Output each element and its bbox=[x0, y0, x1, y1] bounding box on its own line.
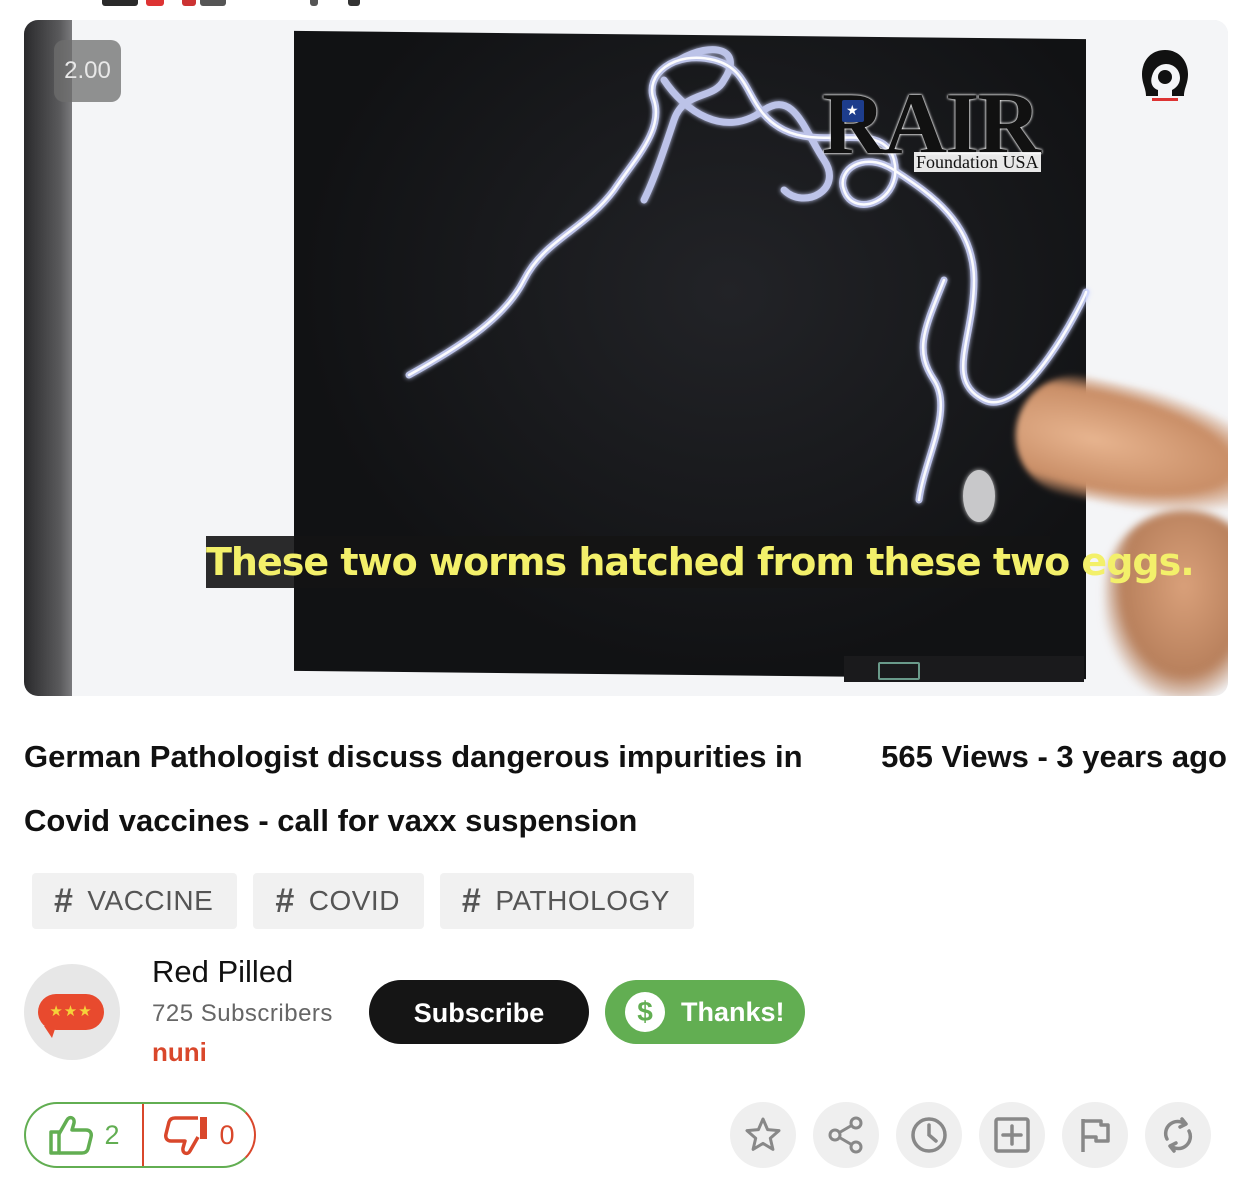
add-to-playlist-button[interactable] bbox=[979, 1102, 1045, 1168]
battery-icon bbox=[878, 662, 920, 680]
strip-fragment bbox=[182, 0, 196, 6]
video-player[interactable]: 2.00 RAIR Foundation USA These two worms… bbox=[24, 20, 1228, 696]
like-button[interactable]: 2 bbox=[26, 1104, 142, 1166]
channel-rank: nuni bbox=[152, 1037, 207, 1067]
thanks-button[interactable]: $ Thanks! bbox=[605, 980, 805, 1044]
watermark-sub: Foundation USA bbox=[914, 152, 1041, 172]
dislike-count: 0 bbox=[219, 1119, 235, 1150]
vote-control: 2 0 bbox=[24, 1102, 256, 1168]
watermark-logo: RAIR Foundation USA bbox=[822, 80, 1062, 190]
hashtag-icon: # bbox=[54, 881, 74, 920]
flag-icon bbox=[842, 100, 864, 122]
avatar-speech-bubble: ★★★ bbox=[38, 994, 104, 1038]
star-icon bbox=[745, 1117, 781, 1151]
subscriber-count: 725 Subscribers bbox=[152, 1000, 333, 1027]
thumbs-up-icon bbox=[49, 1115, 94, 1155]
channel-name[interactable]: Red Pilled bbox=[152, 952, 293, 992]
dollar-icon: $ bbox=[625, 992, 665, 1032]
tag-label: COVID bbox=[308, 885, 400, 916]
tag-pathology[interactable]: # PATHOLOGY bbox=[439, 873, 694, 929]
strip-fragment bbox=[348, 0, 360, 6]
thanks-label: Thanks! bbox=[681, 996, 785, 1027]
strip-fragment bbox=[200, 0, 226, 6]
favorite-button[interactable] bbox=[730, 1102, 796, 1168]
tag-list: # VACCINE # COVID # PATHOLOGY bbox=[32, 873, 694, 929]
strip-fragment bbox=[310, 0, 318, 6]
share-icon bbox=[828, 1116, 863, 1154]
loop-icon bbox=[1163, 1117, 1193, 1153]
top-strip bbox=[0, 0, 1236, 20]
report-button[interactable] bbox=[1062, 1102, 1128, 1168]
tag-covid[interactable]: # COVID bbox=[253, 873, 424, 929]
share-button[interactable] bbox=[813, 1102, 879, 1168]
flag-icon bbox=[1081, 1119, 1110, 1152]
tag-vaccine[interactable]: # VACCINE bbox=[32, 873, 238, 929]
action-bar bbox=[730, 1102, 1211, 1168]
like-count: 2 bbox=[104, 1119, 120, 1150]
hand-shadow bbox=[1104, 510, 1228, 696]
strip-fragment bbox=[102, 0, 138, 6]
video-subtitle: These two worms hatched from these two e… bbox=[206, 536, 1195, 588]
channel-avatar[interactable]: ★★★ bbox=[24, 964, 120, 1060]
loop-button[interactable] bbox=[1145, 1102, 1211, 1168]
subscribe-button[interactable]: Subscribe bbox=[369, 980, 589, 1044]
clock-icon bbox=[911, 1117, 947, 1153]
video-meta: 565 Views - 3 years ago bbox=[881, 739, 1227, 774]
strip-fragment bbox=[146, 0, 164, 6]
video-title: German Pathologist discuss dangerous imp… bbox=[24, 739, 803, 838]
tag-label: VACCINE bbox=[87, 885, 214, 916]
monitor-taskbar bbox=[844, 656, 1084, 682]
tag-label: PATHOLOGY bbox=[495, 885, 670, 916]
dislike-button[interactable]: 0 bbox=[144, 1104, 254, 1166]
channel-watermark-icon bbox=[1142, 50, 1188, 101]
watch-later-button[interactable] bbox=[896, 1102, 962, 1168]
add-to-playlist-icon bbox=[994, 1117, 1030, 1153]
playback-speed-badge[interactable]: 2.00 bbox=[54, 40, 121, 102]
hashtag-icon: # bbox=[461, 881, 482, 920]
hashtag-icon: # bbox=[275, 881, 295, 920]
thumbs-down-icon bbox=[164, 1116, 208, 1156]
